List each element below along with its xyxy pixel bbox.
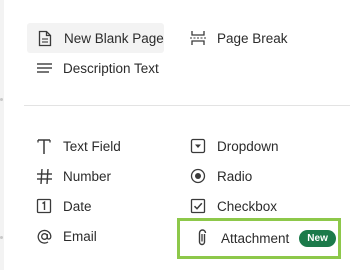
menu-item-label: Email [63, 228, 97, 244]
date-icon [34, 196, 54, 216]
description-text-icon [34, 58, 54, 78]
menu-item-attachment[interactable]: Attachment New [192, 223, 336, 253]
menu-item-description-text[interactable]: Description Text [34, 53, 159, 83]
menu-item-number[interactable]: Number [34, 161, 111, 191]
menu-item-label: Radio [217, 168, 253, 184]
section-divider [24, 105, 350, 106]
left-edge [0, 0, 4, 270]
new-badge: New [299, 229, 336, 247]
add-element-menu: New Blank Page Page Break Description Te… [0, 0, 350, 270]
menu-item-radio[interactable]: Radio [188, 161, 252, 191]
menu-item-label: Number [63, 168, 112, 184]
menu-item-label: New Blank Page [64, 30, 164, 46]
page-icon [35, 28, 55, 48]
edge-marker [0, 98, 3, 101]
menu-item-label: Date [63, 198, 92, 214]
menu-item-checkbox[interactable]: Checkbox [188, 191, 277, 221]
menu-item-new-blank-page[interactable]: New Blank Page [27, 23, 164, 53]
menu-item-label: Page Break [217, 30, 288, 46]
page-break-icon [188, 28, 208, 48]
edge-marker [0, 236, 3, 239]
menu-item-label: Description Text [63, 60, 159, 76]
attachment-icon [192, 228, 212, 248]
menu-item-page-break[interactable]: Page Break [188, 23, 288, 53]
menu-item-date[interactable]: Date [34, 191, 92, 221]
radio-icon [188, 166, 208, 186]
number-icon [34, 166, 54, 186]
menu-item-label: Attachment [221, 230, 290, 246]
email-icon [34, 226, 54, 246]
menu-item-label: Text Field [63, 138, 121, 154]
dropdown-icon [188, 136, 208, 156]
text-field-icon [34, 136, 54, 156]
menu-item-email[interactable]: Email [34, 221, 97, 251]
menu-item-label: Checkbox [217, 198, 278, 214]
menu-item-dropdown[interactable]: Dropdown [188, 131, 279, 161]
menu-item-text-field[interactable]: Text Field [34, 131, 121, 161]
menu-item-label: Dropdown [217, 138, 279, 154]
checkbox-icon [188, 196, 208, 216]
